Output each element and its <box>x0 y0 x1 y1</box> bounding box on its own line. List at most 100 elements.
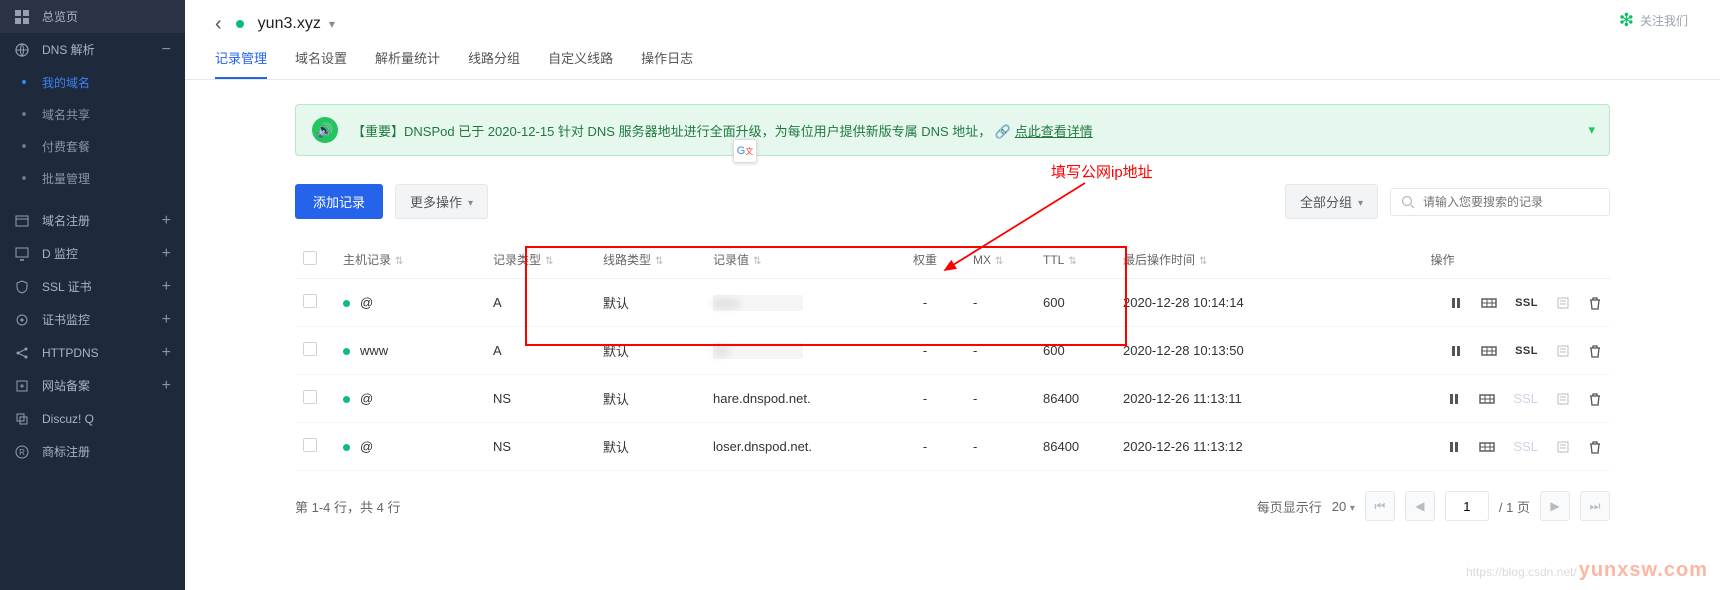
add-record-button[interactable]: 添加记录 <box>295 184 383 219</box>
tab-oplog[interactable]: 操作日志 <box>641 48 693 79</box>
sort-icon[interactable]: ⇅ <box>395 256 403 267</box>
view-button[interactable] <box>1481 344 1497 358</box>
tab-custom-line[interactable]: 自定义线路 <box>548 48 613 79</box>
pause-button[interactable] <box>1447 440 1461 454</box>
select-all-checkbox[interactable] <box>303 251 317 265</box>
row-checkbox[interactable] <box>303 342 317 356</box>
expand-icon[interactable]: + <box>162 344 171 362</box>
more-ops-button[interactable]: 更多操作 <box>395 184 488 219</box>
ssl-button[interactable]: SSL <box>1513 439 1538 454</box>
row-checkbox[interactable] <box>303 438 317 452</box>
sort-icon[interactable]: ⇅ <box>1068 256 1076 267</box>
tab-line-group[interactable]: 线路分组 <box>468 48 520 79</box>
tab-stats[interactable]: 解析量统计 <box>375 48 440 79</box>
next-page-button[interactable]: ▶ <box>1540 491 1570 521</box>
dropdown-icon[interactable]: ▾ <box>329 17 335 31</box>
monitor-icon <box>14 246 30 262</box>
pause-button[interactable] <box>1449 344 1463 358</box>
record-type: A <box>485 327 595 375</box>
mx: - <box>965 423 1035 471</box>
tab-records[interactable]: 记录管理 <box>215 48 267 79</box>
domain-title: yun3.xyz <box>258 15 321 33</box>
expand-icon[interactable]: + <box>162 212 171 230</box>
sidebar-item-overview[interactable]: 总览页 <box>0 0 185 33</box>
sidebar-item-httpdns[interactable]: HTTPDNS+ <box>0 336 185 369</box>
pause-button[interactable] <box>1447 392 1461 406</box>
group-filter-button[interactable]: 全部分组 <box>1285 184 1378 219</box>
last-op-time: 2020-12-28 10:14:14 <box>1115 279 1275 327</box>
last-page-button[interactable]: ⏭ <box>1580 491 1610 521</box>
note-button[interactable] <box>1556 344 1570 358</box>
sidebar-item-trademark[interactable]: R 商标注册 <box>0 435 185 468</box>
host-record: @ <box>360 295 373 310</box>
back-icon[interactable]: ‹ <box>215 13 222 36</box>
sort-icon[interactable]: ⇅ <box>655 256 663 267</box>
delete-button[interactable] <box>1588 296 1602 310</box>
table-row[interactable]: @ A 默认 xxxx - - 600 2020-12-28 10:14:14 … <box>295 279 1610 327</box>
delete-button[interactable] <box>1588 344 1602 358</box>
note-button[interactable] <box>1556 392 1570 406</box>
wechat-icon: ❇ <box>1619 10 1634 31</box>
sort-icon[interactable]: ⇅ <box>1199 256 1207 267</box>
row-checkbox[interactable] <box>303 294 317 308</box>
wechat-follow[interactable]: ❇ 关注我们 <box>1619 10 1688 31</box>
delete-button[interactable] <box>1588 392 1602 406</box>
chevron-down-icon <box>1350 499 1355 514</box>
content: 🔊 【重要】DNSPod 已于 2020-12-15 针对 DNS 服务器地址进… <box>185 80 1720 521</box>
view-button[interactable] <box>1479 440 1495 454</box>
expand-icon[interactable]: + <box>162 377 171 395</box>
pause-button[interactable] <box>1449 296 1463 310</box>
record-type: NS <box>485 423 595 471</box>
watermark: https://blog.csdn.net/yunxsw.com <box>1466 559 1708 582</box>
sidebar-item-domain-reg[interactable]: 域名注册+ <box>0 204 185 237</box>
ssl-button[interactable]: SSL <box>1513 391 1538 406</box>
note-button[interactable] <box>1556 440 1570 454</box>
search-icon <box>1401 195 1415 209</box>
chevron-down-icon[interactable]: ▾ <box>1588 122 1595 138</box>
sidebar-item-dns[interactable]: DNS 解析 − <box>0 33 185 66</box>
ttl: 600 <box>1035 279 1115 327</box>
copy-icon <box>14 411 30 427</box>
collapse-icon[interactable]: − <box>162 41 171 59</box>
sort-icon[interactable]: ⇅ <box>995 256 1003 267</box>
google-translate-icon[interactable]: G文 <box>733 139 757 163</box>
sidebar-sub-mydomains[interactable]: 我的域名 <box>0 66 185 98</box>
ssl-button[interactable]: SSL <box>1515 297 1538 309</box>
table-row[interactable]: www A 默认 14 - - 600 2020-12-28 10:13:50 … <box>295 327 1610 375</box>
note-button[interactable] <box>1556 296 1570 310</box>
weight: - <box>885 423 965 471</box>
table-row[interactable]: @ NS 默认 loser.dnspod.net. - - 86400 2020… <box>295 423 1610 471</box>
expand-icon[interactable]: + <box>162 278 171 296</box>
view-button[interactable] <box>1481 296 1497 310</box>
status-dot <box>343 348 350 355</box>
ssl-button[interactable]: SSL <box>1515 345 1538 357</box>
sidebar-item-beian[interactable]: 网站备案+ <box>0 369 185 402</box>
page-input[interactable] <box>1445 491 1489 521</box>
per-page-select[interactable]: 20 <box>1332 499 1355 514</box>
table-row[interactable]: @ NS 默认 hare.dnspod.net. - - 86400 2020-… <box>295 375 1610 423</box>
host-record: @ <box>360 439 373 454</box>
link-icon: 🔗 <box>995 124 1011 139</box>
prev-page-button[interactable]: ◀ <box>1405 491 1435 521</box>
sidebar-sub-paid[interactable]: 付费套餐 <box>0 130 185 162</box>
sidebar-item-dmonitor[interactable]: D 监控+ <box>0 237 185 270</box>
delete-button[interactable] <box>1588 440 1602 454</box>
sidebar-item-ssl[interactable]: SSL 证书+ <box>0 270 185 303</box>
sidebar-item-discuz[interactable]: Discuz! Q <box>0 402 185 435</box>
ttl: 600 <box>1035 327 1115 375</box>
sidebar-sub-batch[interactable]: 批量管理 <box>0 162 185 194</box>
row-checkbox[interactable] <box>303 390 317 404</box>
sort-icon[interactable]: ⇅ <box>753 256 761 267</box>
sidebar-item-certmon[interactable]: 证书监控+ <box>0 303 185 336</box>
sort-icon[interactable]: ⇅ <box>545 256 553 267</box>
expand-icon[interactable]: + <box>162 311 171 329</box>
weight: - <box>885 279 965 327</box>
search-input[interactable] <box>1423 195 1599 209</box>
sidebar-sub-share[interactable]: 域名共享 <box>0 98 185 130</box>
first-page-button[interactable]: ⏮ <box>1365 491 1395 521</box>
tab-domain-settings[interactable]: 域名设置 <box>295 48 347 79</box>
notice-link[interactable]: 点此查看详情 <box>1015 124 1093 139</box>
search-box[interactable] <box>1390 188 1610 216</box>
view-button[interactable] <box>1479 392 1495 406</box>
expand-icon[interactable]: + <box>162 245 171 263</box>
